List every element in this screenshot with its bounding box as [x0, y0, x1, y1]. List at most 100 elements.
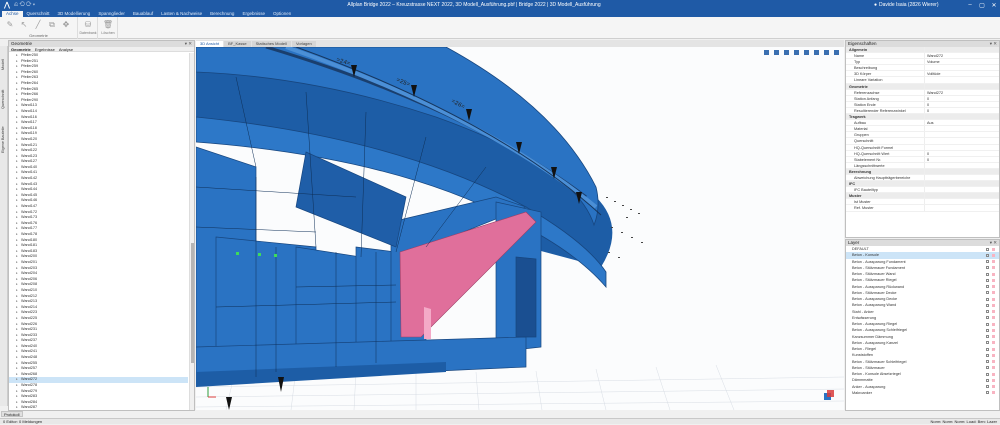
tree-item[interactable]: Wand287	[9, 405, 188, 410]
layer-color-swatch[interactable]	[992, 385, 995, 388]
view-more-icon[interactable]	[834, 50, 839, 55]
layer-color-swatch[interactable]	[992, 341, 995, 345]
view-front-icon[interactable]	[784, 50, 789, 55]
database-icon[interactable]: ⛁	[82, 19, 94, 31]
vtab-model[interactable]: Modell	[1, 54, 7, 74]
property-value[interactable]	[924, 132, 999, 138]
property-value[interactable]: 0	[924, 101, 999, 107]
layer-visibility-checkbox[interactable]	[986, 372, 989, 376]
line-icon[interactable]: ╱	[32, 19, 44, 31]
cursor-icon[interactable]: ↖	[18, 19, 30, 31]
layer-color-swatch[interactable]	[992, 391, 995, 395]
subtab-results[interactable]: Ergebnisse	[35, 47, 55, 52]
layer-color-swatch[interactable]	[992, 266, 995, 270]
app-logo-icon[interactable]: ⋀	[0, 1, 14, 9]
layer-color-swatch[interactable]	[992, 297, 995, 301]
layer-visibility-checkbox[interactable]	[986, 385, 989, 388]
vtab-cross-section[interactable]: Querschnitt	[1, 82, 7, 116]
layer-color-swatch[interactable]	[992, 260, 995, 263]
close-button[interactable]: ✕	[988, 2, 1000, 9]
3d-viewport[interactable]: =24= =25= =26=	[196, 47, 844, 410]
layer-color-swatch[interactable]	[992, 291, 995, 295]
property-value[interactable]	[924, 174, 999, 181]
layer-color-swatch[interactable]	[992, 303, 995, 307]
layer-visibility-checkbox[interactable]	[986, 272, 989, 276]
layer-color-swatch[interactable]	[992, 360, 995, 363]
scrollbar-thumb[interactable]	[191, 243, 194, 363]
layer-color-swatch[interactable]	[992, 285, 995, 288]
layer-visibility-checkbox[interactable]	[986, 266, 989, 270]
layer-visibility-checkbox[interactable]	[986, 322, 989, 326]
layer-color-swatch[interactable]	[992, 366, 995, 370]
property-value[interactable]	[924, 199, 999, 205]
property-value[interactable]: 0	[924, 95, 999, 101]
property-value[interactable]: 0	[924, 156, 999, 162]
layer-color-swatch[interactable]	[992, 253, 995, 257]
layer-color-swatch[interactable]	[992, 372, 995, 376]
property-value[interactable]	[924, 162, 999, 168]
layer-visibility-checkbox[interactable]	[986, 297, 989, 301]
layer-visibility-checkbox[interactable]	[986, 260, 989, 263]
layer-visibility-checkbox[interactable]	[986, 391, 989, 395]
view-side-icon[interactable]	[794, 50, 799, 55]
property-value[interactable]: Aus	[924, 120, 999, 126]
property-value[interactable]	[924, 205, 999, 211]
vtab-own-components[interactable]: Eigene Bauteile	[1, 120, 7, 160]
layer-visibility-checkbox[interactable]	[986, 360, 989, 363]
subtab-geometry[interactable]: Geometrie	[11, 47, 31, 52]
layer-visibility-checkbox[interactable]	[986, 278, 989, 282]
layer-visibility-checkbox[interactable]	[986, 303, 989, 307]
layer-visibility-checkbox[interactable]	[986, 291, 989, 295]
view-home-icon[interactable]	[764, 50, 769, 55]
property-value[interactable]	[924, 187, 999, 193]
quick-access-toolbar[interactable]: ⎌ ⟲ ⟳ ▾	[14, 2, 74, 8]
property-value[interactable]: Wand272	[924, 89, 999, 95]
panel-pin-icon[interactable]: ▾ ✕	[185, 41, 194, 47]
layer-visibility-checkbox[interactable]	[986, 310, 989, 313]
layer-visibility-checkbox[interactable]	[986, 247, 989, 251]
layer-visibility-checkbox[interactable]	[986, 341, 989, 345]
subtab-analysis[interactable]: Analyse	[59, 47, 73, 52]
tree-scrollbar[interactable]	[189, 53, 194, 410]
user-account[interactable]: ● Davide Isaia (2826 Wierer)	[874, 2, 964, 8]
property-value[interactable]	[924, 138, 999, 144]
layer-color-swatch[interactable]	[992, 272, 995, 276]
layer-visibility-checkbox[interactable]	[986, 253, 989, 257]
property-value[interactable]: Volltüde	[924, 71, 999, 77]
property-value[interactable]	[924, 144, 999, 150]
pencil-icon[interactable]: ✎	[4, 19, 16, 31]
layer-color-swatch[interactable]	[992, 335, 995, 338]
layer-visibility-checkbox[interactable]	[986, 353, 989, 357]
layer-color-swatch[interactable]	[992, 247, 995, 251]
layer-color-swatch[interactable]	[992, 278, 995, 282]
move-icon[interactable]: ✥	[60, 19, 72, 31]
property-value[interactable]: Wand272	[924, 53, 999, 59]
view-settings-icon[interactable]	[824, 50, 829, 55]
layer-item[interactable]: Makroanker	[846, 390, 999, 396]
view-render-icon[interactable]	[814, 50, 819, 55]
property-value[interactable]: 0	[924, 150, 999, 156]
layer-visibility-checkbox[interactable]	[986, 378, 989, 382]
layer-color-swatch[interactable]	[992, 322, 995, 326]
layer-color-swatch[interactable]	[992, 316, 995, 320]
layer-color-swatch[interactable]	[992, 378, 995, 382]
layer-visibility-checkbox[interactable]	[986, 347, 989, 351]
layer-color-swatch[interactable]	[992, 328, 995, 332]
view-top-icon[interactable]	[774, 50, 779, 55]
maximize-button[interactable]: ▢	[976, 2, 988, 9]
layer-visibility-checkbox[interactable]	[986, 366, 989, 370]
copy-icon[interactable]: ⧉	[46, 19, 58, 31]
trash-icon[interactable]: 🗑	[102, 19, 114, 31]
property-value[interactable]	[924, 77, 999, 83]
property-value[interactable]	[924, 126, 999, 132]
layer-color-swatch[interactable]	[992, 353, 995, 357]
view-iso-icon[interactable]	[804, 50, 809, 55]
layer-color-swatch[interactable]	[992, 347, 995, 351]
layer-color-swatch[interactable]	[992, 310, 995, 313]
layer-visibility-checkbox[interactable]	[986, 328, 989, 332]
property-value[interactable]	[924, 65, 999, 71]
property-value[interactable]: Volume	[924, 59, 999, 65]
layer-visibility-checkbox[interactable]	[986, 316, 989, 320]
property-value[interactable]: 0	[924, 107, 999, 114]
protocol-button[interactable]: Protokoll	[1, 411, 23, 417]
